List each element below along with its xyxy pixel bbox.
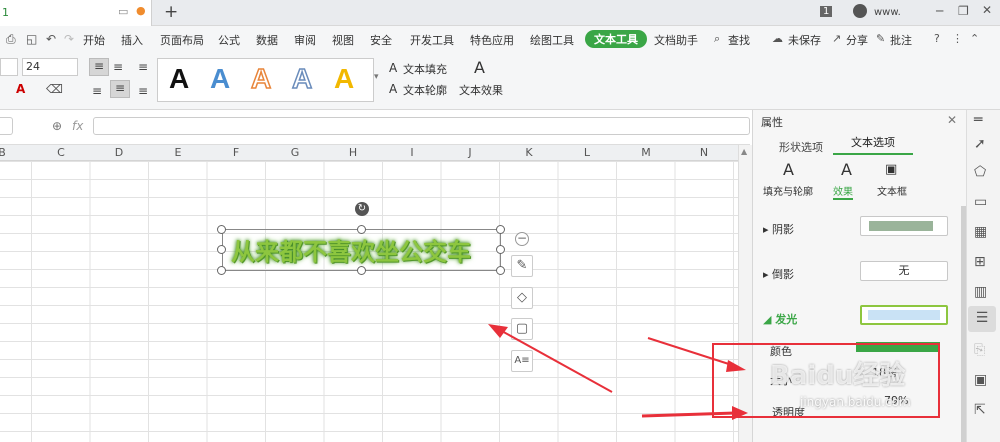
- arrowhead: [488, 324, 508, 338]
- glow-label[interactable]: ◢ 发光: [763, 311, 797, 327]
- textbox-icon: ▣: [885, 162, 898, 177]
- select-cursor-icon[interactable]: ➚: [974, 136, 986, 152]
- tab-text-options[interactable]: 文本选项: [833, 133, 913, 155]
- toolbar-collapse-icon[interactable]: ═: [974, 112, 982, 128]
- fill-outline-icon: A: [783, 160, 794, 179]
- shadow-label[interactable]: ▸ 阴影: [763, 221, 794, 237]
- export-icon[interactable]: ⇱: [974, 402, 986, 418]
- properties-icon[interactable]: ☰: [968, 306, 996, 332]
- picture-icon[interactable]: ▣: [974, 372, 987, 388]
- reflection-label[interactable]: ▸ 倒影: [763, 266, 794, 282]
- subtab-fill-outline[interactable]: 填充与轮廓: [763, 183, 813, 198]
- reflection-text: 倒影: [772, 268, 795, 281]
- tab-shape-options[interactable]: 形状选项: [779, 139, 823, 155]
- watermark-url: jingyan.baidu.com: [800, 395, 911, 409]
- glow-select[interactable]: [860, 305, 948, 325]
- subtab-textbox[interactable]: 文本框: [877, 183, 907, 198]
- backup-icon[interactable]: ⎘: [974, 342, 985, 358]
- shadow-swatch: [869, 221, 933, 231]
- apps-icon[interactable]: ⊞: [974, 254, 986, 270]
- panel-close-icon[interactable]: ✕: [947, 113, 957, 127]
- image-icon[interactable]: ▭: [974, 194, 987, 210]
- shadow-select[interactable]: [860, 216, 948, 236]
- shapes-icon[interactable]: ⬠: [974, 164, 986, 180]
- subtab-effect[interactable]: 效果: [833, 183, 853, 200]
- right-toolbar: [966, 110, 1000, 442]
- table-icon[interactable]: ▦: [974, 224, 987, 240]
- shadow-text: 阴影: [772, 223, 795, 236]
- arrow-line: [499, 329, 613, 393]
- glow-swatch: [868, 310, 940, 320]
- glow-text: 发光: [775, 313, 798, 326]
- effect-icon: A: [841, 160, 852, 179]
- panel-title: 属性: [761, 116, 783, 129]
- chart-icon[interactable]: ▥: [974, 284, 987, 300]
- reflection-select[interactable]: 无: [860, 261, 948, 281]
- watermark-brand: Baidu经验: [770, 361, 906, 391]
